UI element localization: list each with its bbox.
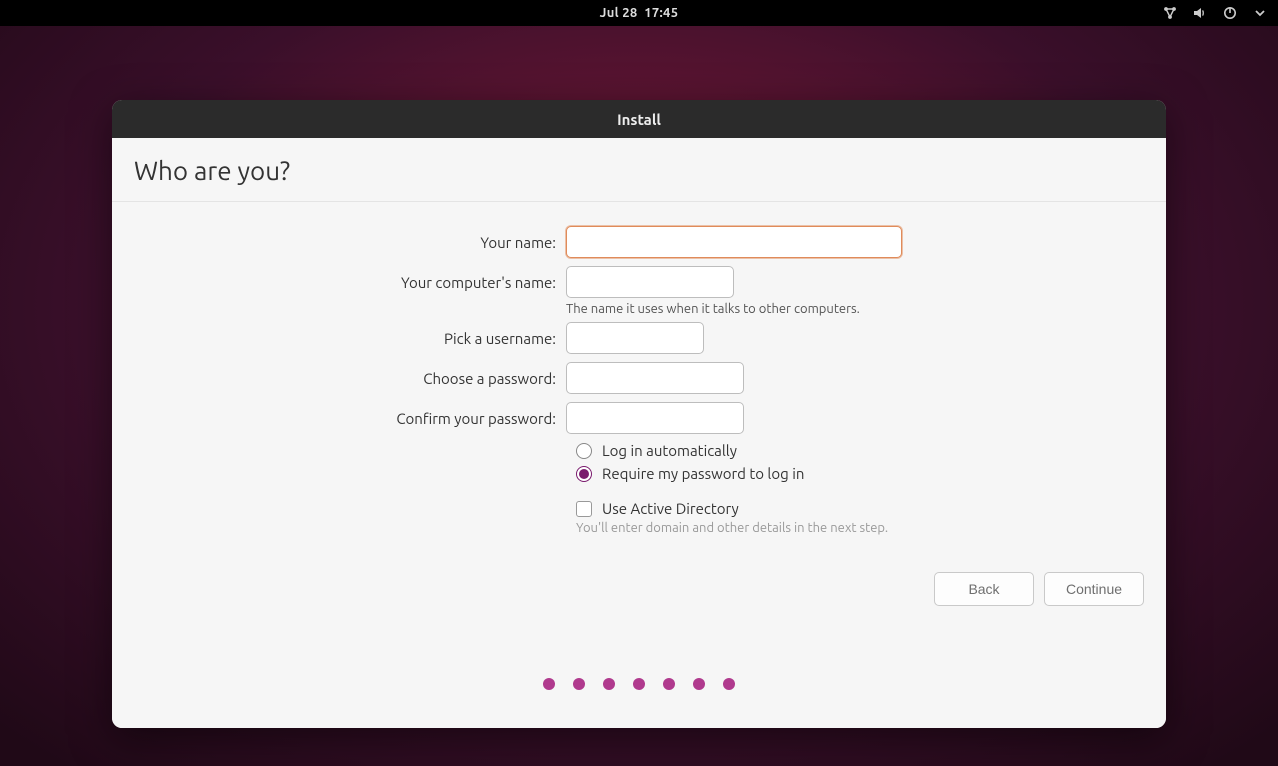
back-button[interactable]: Back	[934, 572, 1034, 606]
clock: Jul 28 17:45	[600, 6, 679, 20]
clock-time: 17:45	[644, 6, 678, 20]
volume-icon[interactable]	[1192, 5, 1208, 21]
network-icon[interactable]	[1162, 5, 1178, 21]
hostname-hint: The name it uses when it talks to other …	[566, 302, 860, 316]
host-label: Your computer's name:	[112, 274, 566, 291]
name-input[interactable]	[566, 226, 902, 258]
progress-dot	[723, 678, 735, 690]
username-input[interactable]	[566, 322, 704, 354]
active-directory-hint: You'll enter domain and other details in…	[576, 521, 1166, 535]
progress-dot	[663, 678, 675, 690]
progress-dot	[693, 678, 705, 690]
hostname-input[interactable]	[566, 266, 734, 298]
confirm-password-input[interactable]	[566, 402, 744, 434]
active-directory-row[interactable]: Use Active Directory	[576, 500, 1166, 517]
progress-dot	[573, 678, 585, 690]
active-directory-label: Use Active Directory	[602, 500, 739, 517]
user-form: Your name: Your computer's name: The nam…	[112, 202, 1166, 728]
system-tray	[1162, 0, 1268, 26]
clock-date: Jul 28	[600, 6, 638, 20]
page-title: Who are you?	[112, 138, 1166, 202]
checkbox-active-directory[interactable]	[576, 501, 592, 517]
progress-dots	[112, 678, 1166, 690]
progress-dot	[633, 678, 645, 690]
password-input[interactable]	[566, 362, 744, 394]
power-icon[interactable]	[1222, 5, 1238, 21]
radio-login-require[interactable]	[576, 466, 592, 482]
name-label: Your name:	[112, 234, 566, 251]
username-label: Pick a username:	[112, 330, 566, 347]
login-auto-label: Log in automatically	[602, 442, 737, 459]
login-auto-row[interactable]: Log in automatically	[576, 442, 1166, 459]
installer-window: Install Who are you? Your name: Your com…	[112, 100, 1166, 728]
radio-login-auto[interactable]	[576, 443, 592, 459]
progress-dot	[543, 678, 555, 690]
chevron-down-icon[interactable]	[1252, 5, 1268, 21]
continue-button[interactable]: Continue	[1044, 572, 1144, 606]
progress-dot	[603, 678, 615, 690]
password-label: Choose a password:	[112, 370, 566, 387]
confirm-password-label: Confirm your password:	[112, 410, 566, 427]
login-require-row[interactable]: Require my password to log in	[576, 465, 1166, 482]
top-panel: Jul 28 17:45	[0, 0, 1278, 26]
window-titlebar: Install	[112, 100, 1166, 138]
window-title: Install	[617, 111, 661, 128]
login-require-label: Require my password to log in	[602, 465, 804, 482]
nav-buttons: Back Continue	[934, 572, 1144, 606]
